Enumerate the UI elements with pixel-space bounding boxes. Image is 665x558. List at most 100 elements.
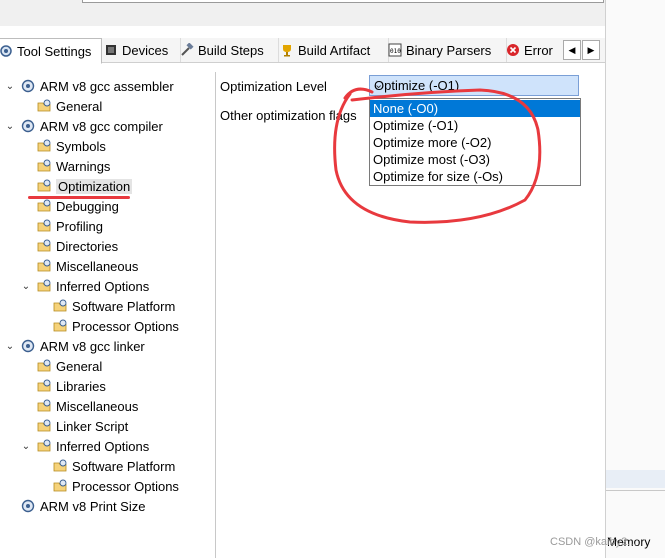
chevron-down-icon[interactable]: ⌄ xyxy=(4,341,16,352)
settings-folder-icon xyxy=(36,238,52,254)
tree-item-label: Miscellaneous xyxy=(56,398,139,414)
chevron-down-icon[interactable]: ⌄ xyxy=(4,81,16,92)
watermark: CSDN @kaiby2... xyxy=(550,536,637,548)
tree-item[interactable]: General xyxy=(20,96,102,116)
tree-item-label: General xyxy=(56,358,103,374)
tree-item-label: General xyxy=(56,98,103,114)
chevron-left-icon: ◀ xyxy=(568,44,576,55)
settings-folder-icon xyxy=(36,258,52,274)
tool-gear-icon xyxy=(20,118,36,134)
tree-item[interactable]: ⌄ Inferred Options xyxy=(20,276,149,296)
tree-item[interactable]: Processor Options xyxy=(36,476,179,496)
top-input-edge xyxy=(82,0,604,3)
dropdown-option-os[interactable]: Optimize for size (-Os) xyxy=(370,168,580,185)
tree-item[interactable]: Profiling xyxy=(20,216,103,236)
tree-item-label: Software Platform xyxy=(72,458,176,474)
annotation-underline xyxy=(28,196,130,199)
right-side-pane xyxy=(605,0,665,558)
tree-item[interactable]: Symbols xyxy=(20,136,106,156)
tree-item-label: Libraries xyxy=(56,378,106,394)
settings-folder-icon xyxy=(36,178,52,194)
tree-item-label: Processor Options xyxy=(72,478,179,494)
trophy-icon xyxy=(280,43,294,57)
chevron-down-icon[interactable]: ⌄ xyxy=(20,281,32,292)
tabs-scroll-right-button[interactable]: ▶ xyxy=(582,40,600,60)
tree-item[interactable]: Software Platform xyxy=(36,296,175,316)
tree-item-label: Warnings xyxy=(56,158,111,174)
right-pane-divider xyxy=(606,490,665,491)
tab-label: Tool Settings xyxy=(17,43,92,59)
tree-item[interactable]: ⌄ ARM v8 gcc linker xyxy=(4,336,145,356)
tree-item[interactable]: ARM v8 Print Size xyxy=(4,496,145,516)
settings-folder-icon xyxy=(36,218,52,234)
tree-item-label: Debugging xyxy=(56,198,119,214)
tree-item[interactable]: Optimization xyxy=(20,176,133,196)
tree-item[interactable]: Software Platform xyxy=(36,456,175,476)
tab-label: Binary Parsers xyxy=(406,42,492,58)
tree-item[interactable]: Libraries xyxy=(20,376,106,396)
tab-build-artifact[interactable]: Build Artifact xyxy=(276,38,389,62)
tab-error[interactable]: Error xyxy=(502,38,570,62)
tab-label: Error xyxy=(524,42,553,58)
hammer-icon xyxy=(180,42,194,57)
chevron-down-icon[interactable]: ⌄ xyxy=(20,441,32,452)
tree-item[interactable]: Debugging xyxy=(20,196,119,216)
tree-item[interactable]: Directories xyxy=(20,236,118,256)
tree-item-label: Inferred Options xyxy=(56,438,150,454)
settings-folder-icon xyxy=(52,458,68,474)
settings-folder-icon xyxy=(36,358,52,374)
tree-item-label: ARM v8 gcc assembler xyxy=(40,78,174,94)
settings-folder-icon xyxy=(36,98,52,114)
tree-item-label: ARM v8 Print Size xyxy=(40,498,146,514)
dropdown-option-o0[interactable]: None (-O0) xyxy=(370,100,580,117)
top-panel-strip xyxy=(0,0,605,26)
tree-item-label: Profiling xyxy=(56,218,103,234)
tab-build-steps[interactable]: Build Steps xyxy=(176,38,279,62)
chevron-down-icon[interactable]: ⌄ xyxy=(4,121,16,132)
tree-item-label: Software Platform xyxy=(72,298,176,314)
tree-item-label: Miscellaneous xyxy=(56,258,139,274)
chip-icon xyxy=(104,43,118,57)
settings-folder-icon xyxy=(36,158,52,174)
tabs-scroll-left-button[interactable]: ◀ xyxy=(563,40,581,60)
tree-item[interactable]: ⌄ ARM v8 gcc compiler xyxy=(4,116,163,136)
settings-folder-icon xyxy=(36,398,52,414)
tree-item-label: Directories xyxy=(56,238,119,254)
settings-folder-icon xyxy=(36,438,52,454)
tree-item[interactable]: ⌄ Inferred Options xyxy=(20,436,149,456)
tool-gear-icon xyxy=(20,338,36,354)
settings-tab-bar: Tool Settings Devices Build Steps Build … xyxy=(0,38,605,64)
optimization-level-dropdown: None (-O0) Optimize (-O1) Optimize more … xyxy=(369,98,581,186)
tree-item[interactable]: Warnings xyxy=(20,156,110,176)
dropdown-option-o3[interactable]: Optimize most (-O3) xyxy=(370,151,580,168)
tree-item[interactable]: Linker Script xyxy=(20,416,128,436)
settings-folder-icon xyxy=(52,478,68,494)
dropdown-option-o1[interactable]: Optimize (-O1) xyxy=(370,117,580,134)
error-icon xyxy=(506,43,520,57)
tree-item-label: Processor Options xyxy=(72,318,179,334)
settings-folder-icon xyxy=(36,418,52,434)
tree-item[interactable]: Miscellaneous xyxy=(20,256,138,276)
tree-item-label: Inferred Options xyxy=(56,278,150,294)
dropdown-option-o2[interactable]: Optimize more (-O2) xyxy=(370,134,580,151)
tree-item-label: Symbols xyxy=(56,138,106,154)
settings-folder-icon xyxy=(52,298,68,314)
tree-item[interactable]: General xyxy=(20,356,102,376)
gear-icon xyxy=(0,44,13,58)
optimization-level-select[interactable]: Optimize (-O1) ⌄ xyxy=(369,75,579,96)
tab-devices[interactable]: Devices xyxy=(100,38,181,62)
tree-item[interactable]: Processor Options xyxy=(36,316,179,336)
tab-label: Build Steps xyxy=(198,42,264,58)
other-optimization-flags-label: Other optimization flags xyxy=(220,108,357,123)
tool-gear-icon xyxy=(20,78,36,94)
tab-label: Devices xyxy=(122,42,169,58)
chevron-down-icon: ⌄ xyxy=(374,79,384,91)
settings-folder-icon xyxy=(52,318,68,334)
tree-item-label: Optimization xyxy=(56,178,133,194)
tab-tool-settings[interactable]: Tool Settings xyxy=(0,38,102,64)
tab-binary-parsers[interactable]: 010 Binary Parsers xyxy=(384,38,507,62)
tree-item[interactable]: ⌄ ARM v8 gcc assembler xyxy=(4,76,174,96)
tree-item[interactable]: Miscellaneous xyxy=(20,396,138,416)
right-pane-selection-band xyxy=(606,470,665,488)
tab-label: Build Artifact xyxy=(298,42,371,58)
